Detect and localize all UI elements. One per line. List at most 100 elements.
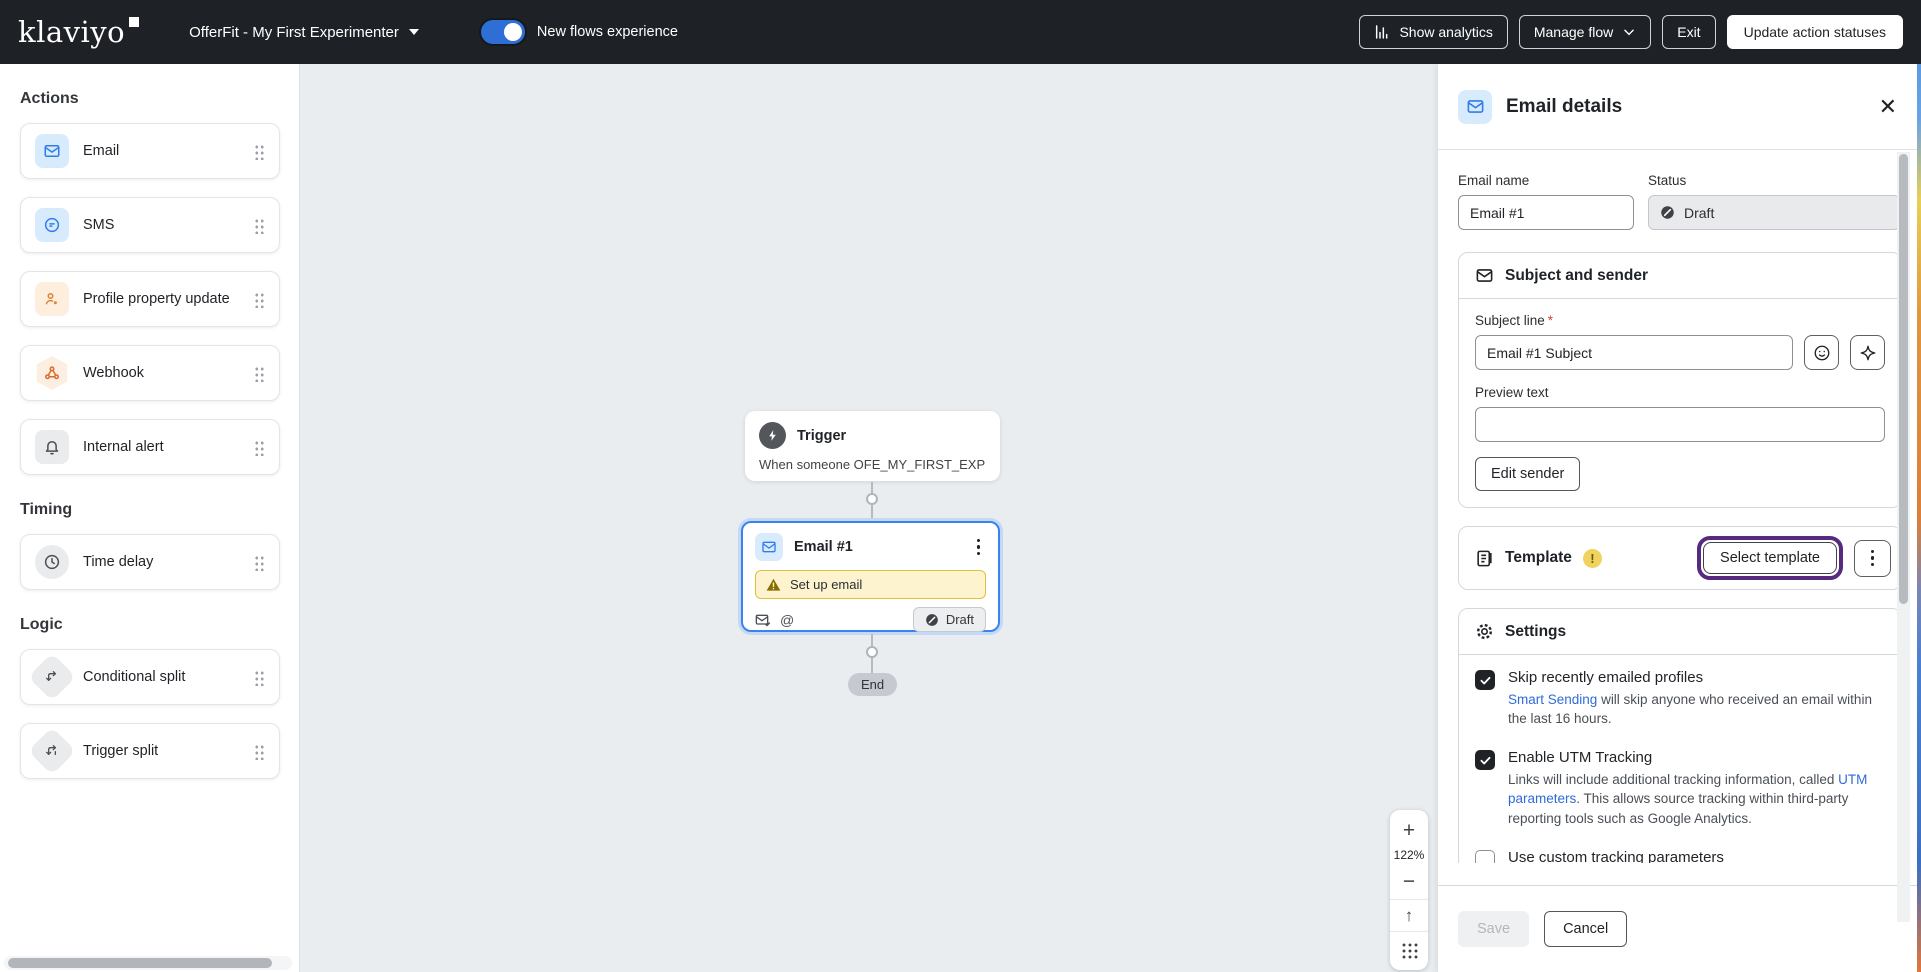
sidebar-item-sms[interactable]: SMS (20, 197, 280, 253)
manage-flow-button[interactable]: Manage flow (1519, 15, 1651, 49)
top-bar: klaviyo OfferFit - My First Experimenter… (0, 0, 1921, 64)
email-icon (1458, 90, 1492, 124)
scroll-to-top-button[interactable]: ↑ (1390, 903, 1428, 928)
conditional-split-icon (28, 653, 76, 701)
cancel-label: Cancel (1563, 921, 1608, 937)
drag-handle-icon[interactable] (254, 554, 265, 571)
zoom-out-button[interactable]: − (1390, 867, 1428, 896)
canvas-zoom-toolbar: + 122% − ↑ (1390, 810, 1428, 970)
toggle-label: New flows experience (537, 24, 678, 40)
warning-text: Set up email (790, 577, 862, 592)
scrollbar-thumb[interactable] (8, 958, 272, 968)
drag-handle-icon[interactable] (254, 439, 265, 456)
check-icon (1479, 754, 1492, 767)
highlight-ring: Select template (1697, 536, 1843, 580)
smart-sending-link[interactable]: Smart Sending (1508, 692, 1597, 707)
sidebar-item-webhook[interactable]: Webhook (20, 345, 280, 401)
bar-chart-icon (1374, 24, 1390, 40)
email-icon (35, 134, 69, 168)
sidebar-item-label: Webhook (83, 365, 240, 381)
drag-handle-icon[interactable] (254, 669, 265, 686)
checkbox-unchecked[interactable] (1475, 850, 1495, 863)
logo-flag-mark (129, 17, 139, 27)
sparkle-icon (1859, 344, 1877, 362)
sidebar-item-time-delay[interactable]: Time delay (20, 534, 280, 590)
zoom-in-button[interactable]: + (1390, 816, 1428, 845)
setting-skip-recently-emailed: Skip recently emailed profiles Smart Sen… (1475, 669, 1885, 728)
node-status-chip[interactable]: Draft (913, 607, 986, 632)
edit-sender-button[interactable]: Edit sender (1475, 457, 1580, 491)
trigger-node-subtitle: When someone OFE_MY_FIRST_EXPERI... (759, 457, 986, 472)
show-analytics-button[interactable]: Show analytics (1359, 15, 1507, 49)
sidebar-item-internal-alert[interactable]: Internal alert (20, 419, 280, 475)
setting-description: Links will include additional tracking i… (1508, 770, 1880, 827)
update-action-statuses-label: Update action statuses (1744, 24, 1886, 40)
section-heading-logic: Logic (20, 616, 279, 634)
scrollbar-thumb[interactable] (1899, 154, 1908, 604)
sidebar-item-conditional-split[interactable]: Conditional split (20, 649, 280, 705)
connector-add-dot[interactable] (866, 493, 878, 505)
template-card-title: Template (1505, 549, 1572, 567)
exit-button[interactable]: Exit (1662, 15, 1715, 49)
panel-scroll-area[interactable]: Email name Status Draft Subject and send… (1438, 151, 1900, 863)
panel-header: Email details ✕ (1438, 64, 1921, 150)
required-asterisk: * (1548, 313, 1553, 328)
drag-handle-icon[interactable] (254, 743, 265, 760)
zoom-level-label: 122% (1394, 845, 1425, 867)
drag-handle-icon[interactable] (254, 143, 265, 160)
checkbox-checked[interactable] (1475, 670, 1495, 690)
panel-title: Email details (1506, 96, 1622, 118)
setup-email-warning[interactable]: Set up email (755, 570, 986, 599)
email-name-label: Email name (1458, 173, 1634, 188)
envelope-icon (1475, 266, 1494, 285)
topbar-actions: Show analytics Manage flow Exit Update a… (1359, 15, 1903, 49)
flow-canvas[interactable]: Trigger When someone OFE_MY_FIRST_EXPERI… (300, 64, 1438, 972)
divider (1390, 899, 1428, 900)
status-label: Status (1648, 173, 1900, 188)
preview-text-input[interactable] (1475, 407, 1885, 442)
section-heading-actions: Actions (20, 90, 279, 108)
node-kebab-menu[interactable] (971, 537, 987, 558)
drag-handle-icon[interactable] (254, 217, 265, 234)
subject-line-label-text: Subject line (1475, 313, 1545, 328)
sidebar-item-trigger-split[interactable]: Trigger split (20, 723, 280, 779)
checkbox-checked[interactable] (1475, 750, 1495, 770)
sidebar-item-profile-property-update[interactable]: Profile property update (20, 271, 280, 327)
update-action-statuses-button[interactable]: Update action statuses (1727, 15, 1903, 49)
flow-name-label: OfferFit - My First Experimenter (189, 24, 399, 41)
email-name-input[interactable] (1458, 195, 1634, 230)
panel-footer: Save Cancel (1438, 885, 1921, 972)
trigger-node[interactable]: Trigger When someone OFE_MY_FIRST_EXPERI… (745, 411, 1000, 481)
gear-icon (1475, 622, 1494, 641)
node-status-label: Draft (946, 612, 974, 627)
save-button[interactable]: Save (1458, 911, 1529, 947)
draft-icon (1660, 205, 1675, 220)
new-flows-toggle[interactable] (481, 20, 525, 44)
drag-handle-icon[interactable] (254, 365, 265, 382)
close-icon[interactable]: ✕ (1879, 96, 1897, 118)
template-kebab-menu-button[interactable] (1854, 540, 1891, 577)
bell-icon (35, 430, 69, 464)
cancel-button[interactable]: Cancel (1544, 911, 1627, 947)
connector-add-dot[interactable] (866, 646, 878, 658)
panel-vertical-scrollbar[interactable] (1897, 152, 1910, 922)
personalization-button[interactable] (1850, 335, 1885, 370)
select-template-button[interactable]: Select template (1703, 542, 1837, 574)
sidebar-horizontal-scrollbar[interactable] (4, 956, 292, 970)
email-status-icon (755, 613, 771, 627)
new-flows-toggle-group: New flows experience (481, 20, 678, 44)
email-node-selected[interactable]: Email #1 Set up email @ Draft (741, 521, 1000, 632)
sidebar-item-label: Internal alert (83, 439, 240, 455)
actions-sidebar: Actions Email SMS Profile property updat… (0, 64, 300, 972)
subject-line-input[interactable] (1475, 335, 1793, 370)
drag-handle-icon[interactable] (254, 291, 265, 308)
emoji-picker-button[interactable] (1804, 335, 1839, 370)
settings-card-title: Settings (1505, 623, 1566, 641)
sidebar-item-email[interactable]: Email (20, 123, 280, 179)
profile-icon (35, 282, 69, 316)
toggle-knob (504, 23, 522, 41)
flow-name-dropdown[interactable]: OfferFit - My First Experimenter (189, 24, 419, 41)
end-node: End (848, 673, 897, 696)
klaviyo-logo[interactable]: klaviyo (18, 15, 139, 49)
minimap-grid-button[interactable] (1401, 942, 1418, 959)
